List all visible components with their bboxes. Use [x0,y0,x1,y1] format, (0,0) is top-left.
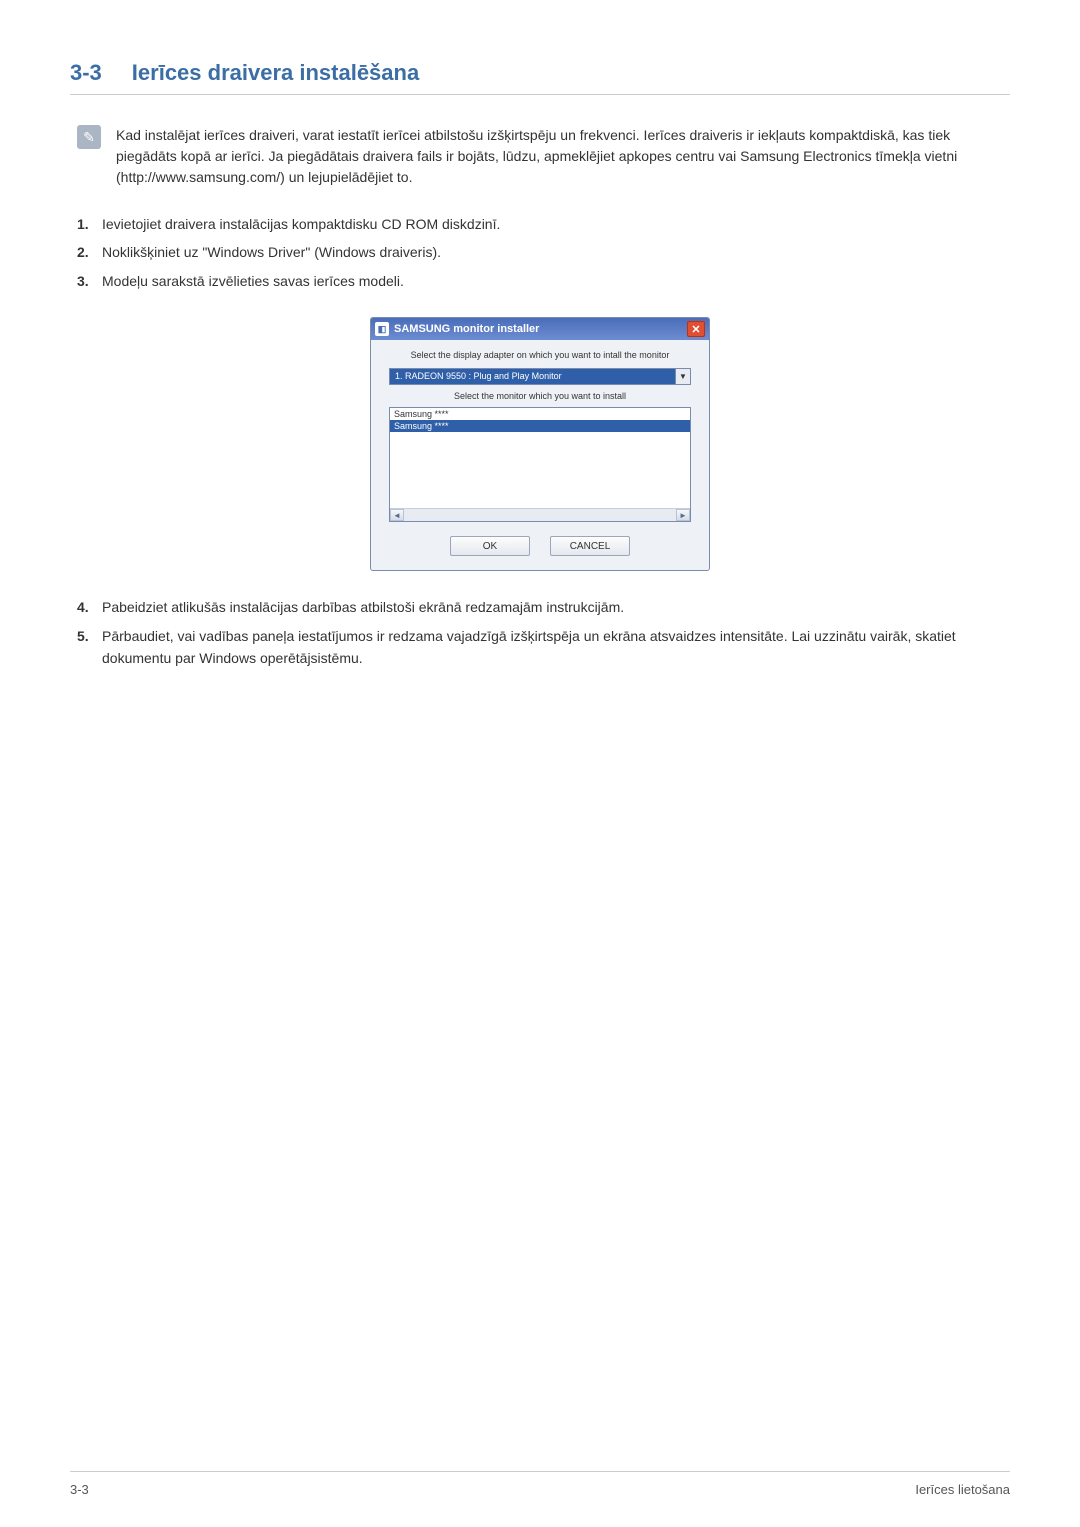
chevron-down-icon[interactable]: ▼ [675,369,690,384]
monitor-label: Select the monitor which you want to ins… [389,391,691,401]
section-number: 3-3 [70,60,102,86]
horizontal-scrollbar[interactable]: ◄ ► [390,508,690,521]
monitor-listbox[interactable]: Samsung **** Samsung **** ◄ ► [389,407,691,522]
steps-list-1: Ievietojiet draivera instalācijas kompak… [77,213,1010,292]
list-item[interactable]: Samsung **** [390,408,690,420]
step-item: Modeļu sarakstā izvēlieties savas ierīce… [77,270,1010,292]
step-item: Noklikšķiniet uz "Windows Driver" (Windo… [77,241,1010,263]
note-icon: ✎ [77,125,101,149]
page-footer: 3-3 Ierīces lietošana [70,1471,1010,1497]
section-header: 3-3 Ierīces draivera instalēšana [70,60,1010,95]
step-text: Modeļu sarakstā izvēlieties savas ierīce… [102,270,404,292]
step-text: Ievietojiet draivera instalācijas kompak… [102,213,500,235]
installer-screenshot: ◧ SAMSUNG monitor installer ✕ Select the… [370,317,710,571]
installer-window: ◧ SAMSUNG monitor installer ✕ Select the… [370,317,710,571]
adapter-dropdown[interactable]: 1. RADEON 9550 : Plug and Play Monitor ▼ [389,368,691,385]
app-icon: ◧ [375,322,389,336]
adapter-label: Select the display adapter on which you … [389,350,691,360]
step-text: Pārbaudiet, vai vadības paneļa iestatīju… [102,625,1010,670]
step-text: Pabeidziet atlikušās instalācijas darbīb… [102,596,624,618]
step-item: Ievietojiet draivera instalācijas kompak… [77,213,1010,235]
installer-body: Select the display adapter on which you … [371,340,709,570]
steps-list-2: Pabeidziet atlikušās instalācijas darbīb… [77,596,1010,669]
button-row: OK CANCEL [389,536,691,556]
close-icon[interactable]: ✕ [687,321,705,337]
titlebar: ◧ SAMSUNG monitor installer ✕ [371,318,709,340]
footer-left: 3-3 [70,1482,89,1497]
section-title: Ierīces draivera instalēšana [132,60,419,86]
scroll-left-icon[interactable]: ◄ [390,509,404,521]
scroll-track[interactable] [404,509,676,521]
cancel-button[interactable]: CANCEL [550,536,630,556]
ok-button[interactable]: OK [450,536,530,556]
note-block: ✎ Kad instalējat ierīces draiveri, varat… [77,125,1010,188]
step-item: Pabeidziet atlikušās instalācijas darbīb… [77,596,1010,618]
step-item: Pārbaudiet, vai vadības paneļa iestatīju… [77,625,1010,670]
scroll-right-icon[interactable]: ► [676,509,690,521]
footer-right: Ierīces lietošana [915,1482,1010,1497]
step-text: Noklikšķiniet uz "Windows Driver" (Windo… [102,241,441,263]
list-item-selected[interactable]: Samsung **** [390,420,690,432]
note-text: Kad instalējat ierīces draiveri, varat i… [116,125,1010,188]
window-title: SAMSUNG monitor installer [394,323,687,335]
dropdown-value: 1. RADEON 9550 : Plug and Play Monitor [390,369,675,384]
